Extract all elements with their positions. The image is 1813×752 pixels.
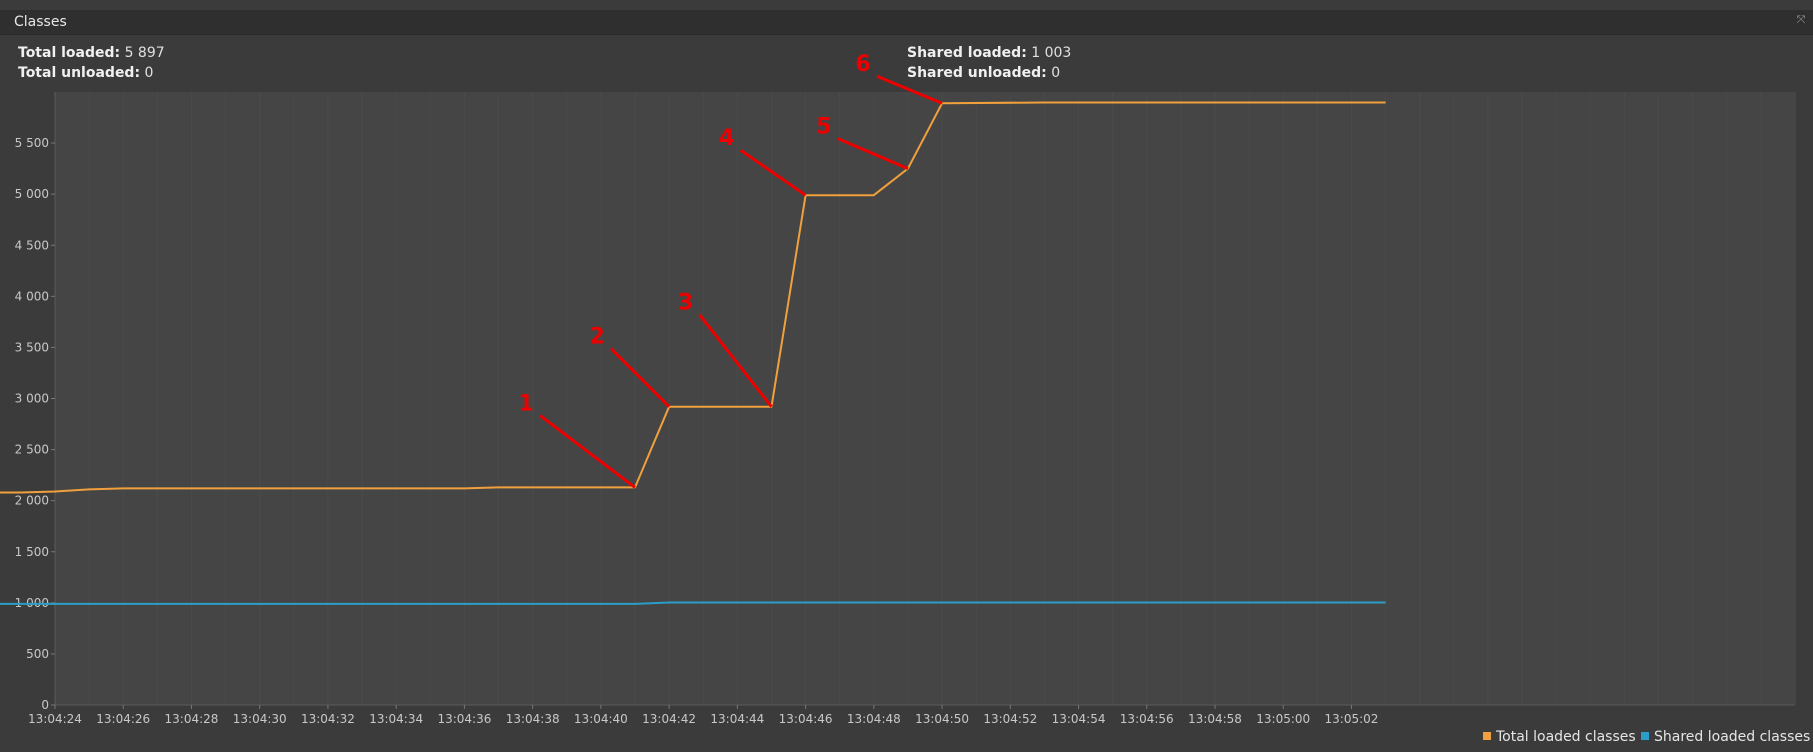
legend-shared-swatch: [1641, 732, 1649, 740]
annotation-label: 2: [589, 325, 604, 350]
x-tick-label: 13:04:52: [983, 712, 1037, 726]
y-tick-label: 5 500: [15, 136, 49, 150]
y-tick-label: 1 000: [15, 596, 49, 610]
x-tick-label: 13:04:38: [506, 712, 560, 726]
annotation-label: 5: [816, 115, 831, 140]
x-tick-label: 13:04:50: [915, 712, 969, 726]
x-tick-label: 13:04:32: [301, 712, 355, 726]
y-tick-label: 5 000: [15, 187, 49, 201]
x-tick-label: 13:04:46: [779, 712, 833, 726]
y-tick-label: 4 500: [15, 238, 49, 252]
x-tick-label: 13:04:54: [1052, 712, 1106, 726]
annotation-label: 3: [678, 291, 693, 316]
x-tick-label: 13:04:48: [847, 712, 901, 726]
legend-total[interactable]: Total loaded classes: [1483, 729, 1636, 745]
annotation-label: 6: [855, 52, 870, 77]
x-tick-label: 13:04:42: [642, 712, 696, 726]
x-tick-label: 13:04:36: [437, 712, 491, 726]
y-tick-label: 3 500: [15, 340, 49, 354]
classes-chart: 0 500 1 000 1 500 2 000 2 500 3 000 3 500 4 000 4…: [0, 52, 1796, 726]
y-tick-label: 0: [41, 698, 49, 712]
x-tick-label: 13:04:34: [369, 712, 423, 726]
x-tick-label: 13:05:02: [1325, 712, 1379, 726]
x-tick-label: 13:05:00: [1256, 712, 1310, 726]
y-tick-label: 3 000: [15, 392, 49, 406]
x-tick-label: 13:04:56: [1120, 712, 1174, 726]
x-tick-label: 13:04:28: [165, 712, 219, 726]
legend-total-label: Total loaded classes: [1496, 729, 1636, 745]
x-tick-label: 13:04:30: [233, 712, 287, 726]
y-tick-label: 500: [26, 647, 49, 661]
legend-shared[interactable]: Shared loaded classes: [1641, 729, 1810, 745]
y-tick-label: 2 000: [15, 494, 49, 508]
annotation-label: 1: [518, 391, 533, 416]
x-tick-label: 13:04:58: [1188, 712, 1242, 726]
y-tick-label: 1 500: [15, 545, 49, 559]
x-tick-label: 13:04:24: [28, 712, 82, 726]
y-tick-label: 4 000: [15, 289, 49, 303]
x-tick-label: 13:04:40: [574, 712, 628, 726]
x-tick-label: 13:04:44: [710, 712, 764, 726]
legend-total-swatch: [1483, 732, 1491, 740]
legend-shared-label: Shared loaded classes: [1654, 729, 1811, 745]
x-tick-label: 13:04:26: [96, 712, 150, 726]
plot-area: [55, 92, 1795, 705]
annotation-label: 4: [719, 126, 734, 151]
y-tick-label: 2 500: [15, 443, 49, 457]
